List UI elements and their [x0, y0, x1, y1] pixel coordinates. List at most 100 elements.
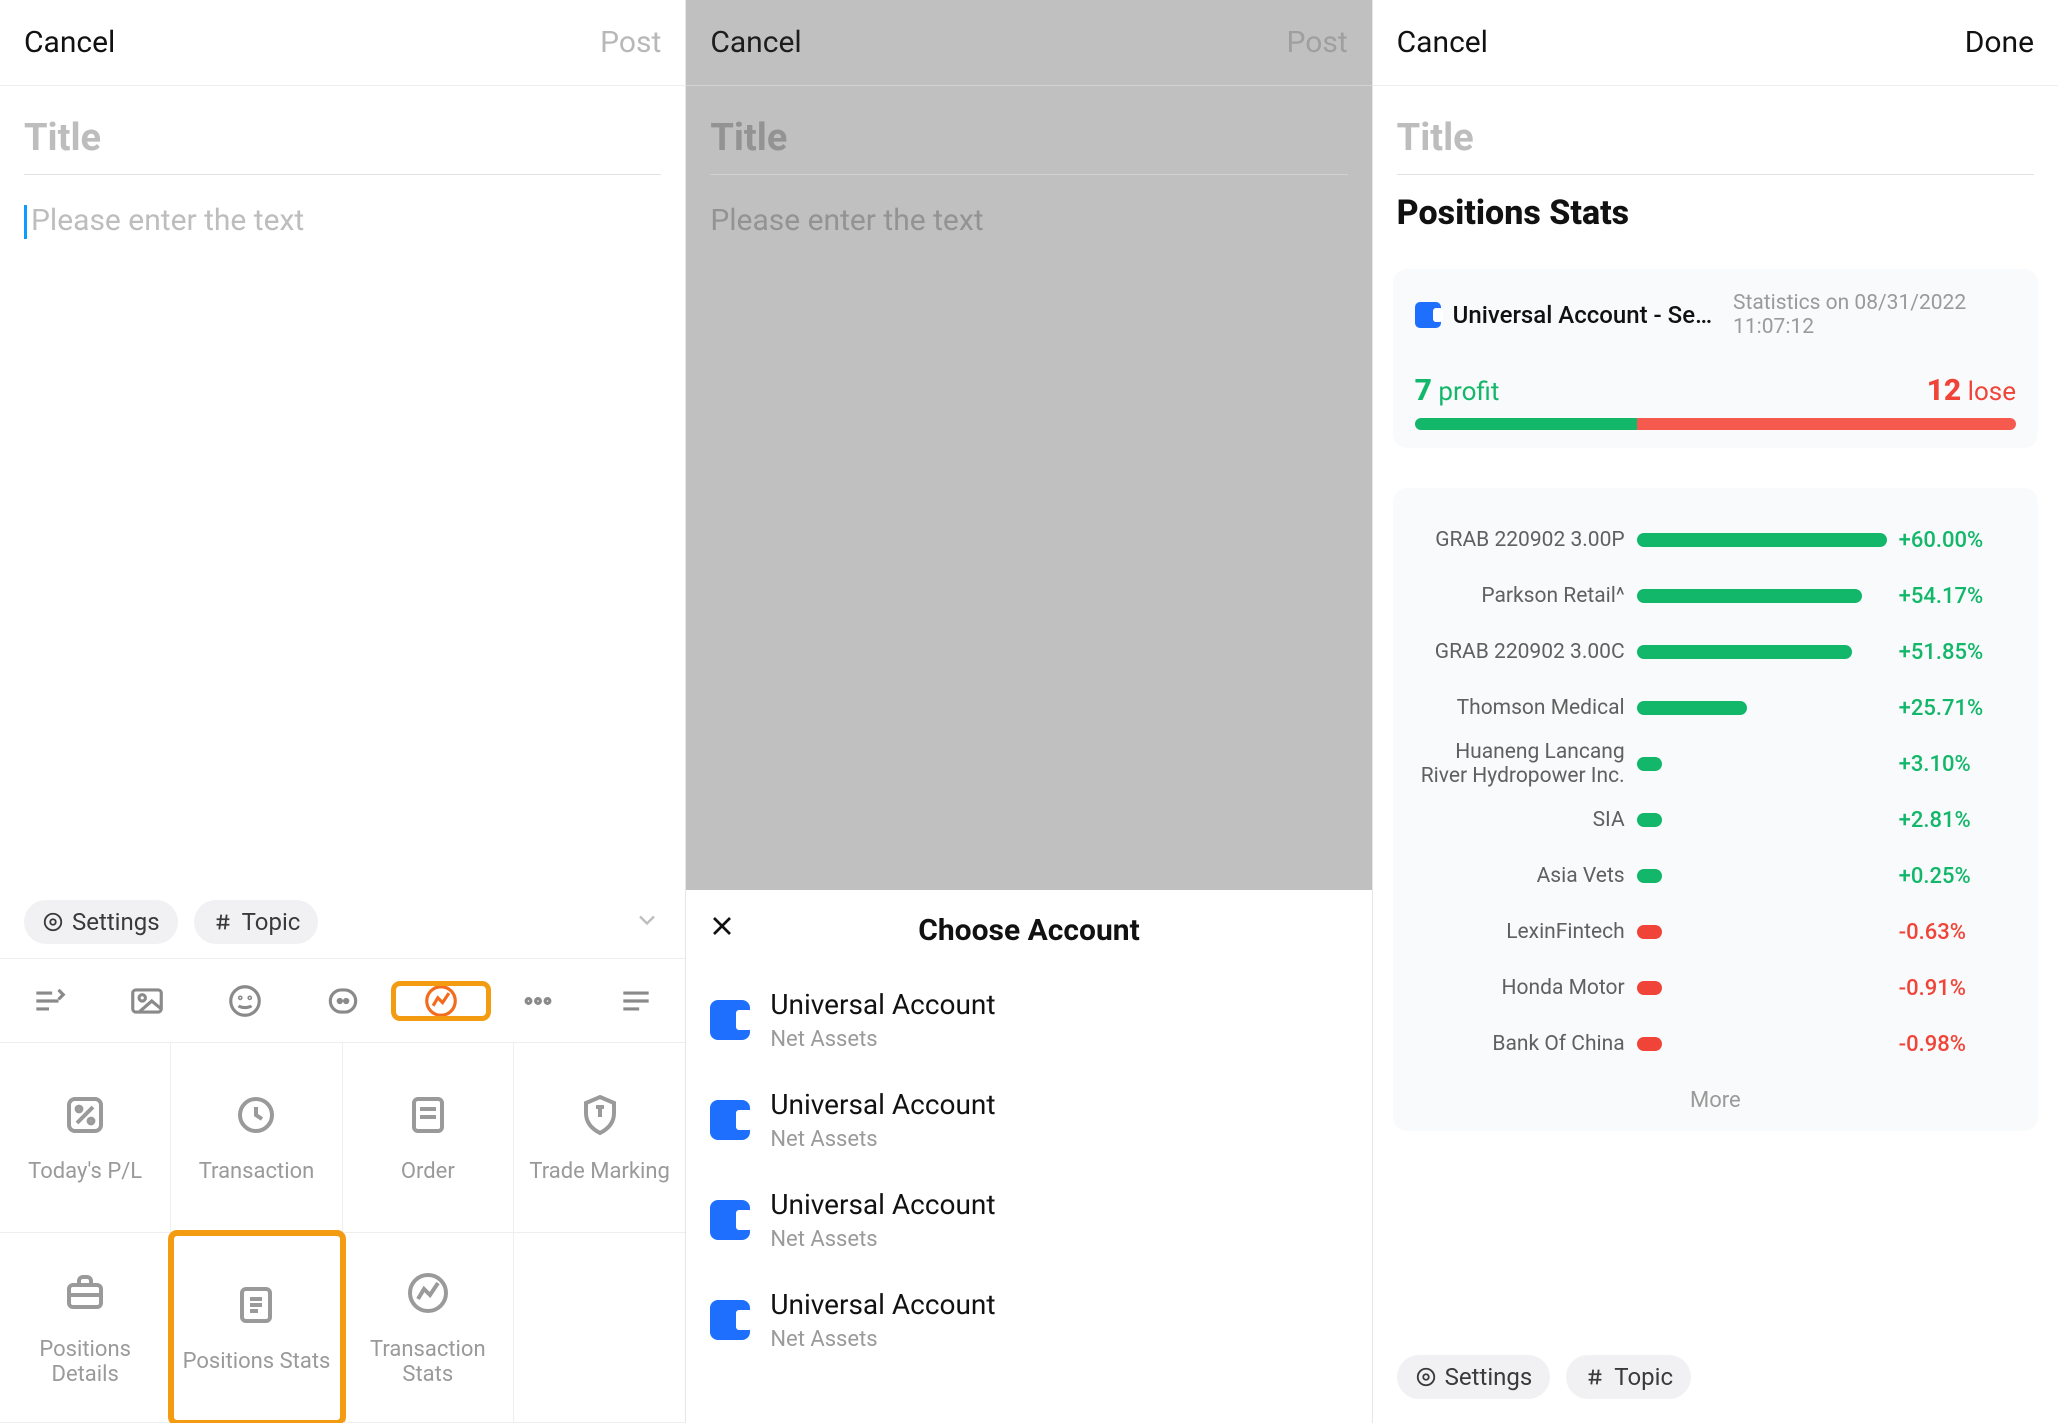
positions-list: GRAB 220902 3.00P+60.00%Parkson Retail^+… [1393, 488, 2038, 1131]
account-icon [710, 1000, 750, 1040]
position-label: Huaneng Lancang River Hydropower Inc. [1415, 740, 1625, 788]
account-name: Universal Account [770, 1088, 995, 1121]
account-sub: Net Assets [770, 1327, 995, 1352]
emoji-icon[interactable] [196, 982, 294, 1020]
position-pct: -0.63% [1899, 920, 2016, 945]
body-input[interactable]: Please enter the text [0, 175, 685, 239]
position-bar [1637, 925, 1887, 939]
insert-positions-details[interactable]: Positions Details [0, 1233, 171, 1423]
cell-label: Order [401, 1159, 455, 1184]
insert-order[interactable]: Order [343, 1043, 514, 1233]
cancel-button[interactable]: Cancel [1397, 25, 1488, 60]
cell-label: Today's P/L [28, 1159, 142, 1184]
position-pct: +51.85% [1899, 640, 2016, 665]
settings-pill[interactable]: Settings [1397, 1355, 1551, 1399]
hash-icon [212, 911, 234, 933]
account-option[interactable]: Universal Account Net Assets [686, 1070, 1371, 1170]
more-button[interactable]: More [1415, 1074, 2016, 1119]
account-icon [1415, 302, 1441, 328]
account-name: Universal Account [770, 1288, 995, 1321]
cancel-button[interactable]: Cancel [24, 25, 115, 60]
position-pct: -0.91% [1899, 976, 2016, 1001]
position-bar [1637, 757, 1887, 771]
topic-pill[interactable]: Topic [1566, 1355, 1691, 1399]
position-pct: -0.98% [1899, 1032, 2016, 1057]
close-icon[interactable] [706, 910, 738, 950]
title-input: Title [710, 86, 1347, 175]
shield-icon [576, 1091, 624, 1139]
account-sub: Net Assets [770, 1127, 995, 1152]
position-label: Parkson Retail^ [1415, 584, 1625, 608]
position-pct: +60.00% [1899, 528, 2016, 553]
image-icon[interactable] [98, 982, 196, 1020]
insert-trade-marking[interactable]: Trade Marking [514, 1043, 685, 1233]
position-bar [1637, 533, 1887, 547]
position-row: Honda Motor -0.91% [1415, 962, 2016, 1014]
paragraph-icon[interactable] [587, 982, 685, 1020]
cancel-button: Cancel [710, 25, 801, 60]
position-bar [1637, 813, 1887, 827]
position-pct: +3.10% [1899, 752, 2016, 777]
account-icon [710, 1200, 750, 1240]
lose-count: 12 lose [1927, 373, 2016, 408]
title-input[interactable]: Title [24, 86, 661, 175]
insert-positions-stats[interactable]: Positions Stats [171, 1233, 342, 1423]
position-pct: +0.25% [1899, 864, 2016, 889]
body-input: Please enter the text [686, 175, 1371, 238]
insert-empty [514, 1233, 685, 1423]
position-row: Thomson Medical+25.71% [1415, 682, 2016, 734]
position-bar [1637, 869, 1887, 883]
order-icon [404, 1091, 452, 1139]
settings-pill[interactable]: Settings [24, 900, 178, 944]
insert-transaction-stats[interactable]: Transaction Stats [343, 1233, 514, 1423]
account-option[interactable]: Universal Account Net Assets [686, 1270, 1371, 1370]
hash-icon [1584, 1366, 1606, 1388]
post-button: Post [1287, 25, 1348, 60]
settings-icon [42, 911, 64, 933]
account-name: Universal Account [770, 988, 995, 1021]
choose-account-panel: Cancel Post Title Please enter the text … [685, 0, 1371, 1423]
text-cursor [24, 205, 27, 239]
position-bar [1637, 1037, 1887, 1051]
topic-pill[interactable]: Topic [194, 900, 319, 944]
more-icon[interactable] [490, 982, 588, 1020]
cell-label: Positions Details [6, 1337, 164, 1387]
page-title: Positions Stats [1373, 175, 2058, 241]
position-pct: +2.81% [1899, 808, 2016, 833]
position-row: SIA+2.81% [1415, 794, 2016, 846]
insert-transaction[interactable]: Transaction [171, 1043, 342, 1233]
insert-todays-pl[interactable]: Today's P/L [0, 1043, 171, 1233]
position-row: Asia Vets+0.25% [1415, 850, 2016, 902]
mention-icon[interactable] [294, 982, 392, 1020]
profit-lose-bar [1415, 418, 2016, 430]
position-row: LexinFintech -0.63% [1415, 906, 2016, 958]
account-label: Universal Account - Securi... [1453, 301, 1721, 329]
position-row: Bank Of China-0.98% [1415, 1018, 2016, 1070]
title-input[interactable]: Title [1397, 86, 2034, 175]
position-bar [1637, 981, 1887, 995]
cell-label: Transaction Stats [349, 1337, 507, 1387]
account-sheet: Choose Account Universal AccountNet Asse… [686, 890, 1371, 1423]
topic-pill-label: Topic [1614, 1363, 1673, 1391]
settings-pill-label: Settings [1445, 1363, 1533, 1391]
settings-pill-label: Settings [72, 908, 160, 936]
position-label: LexinFintech [1415, 920, 1625, 944]
stats-insert-icon[interactable] [392, 982, 490, 1020]
post-button[interactable]: Post [600, 25, 661, 60]
account-option[interactable]: Universal Account Net Assets [686, 970, 1371, 1070]
position-label: Honda Motor [1415, 976, 1625, 1000]
chevron-down-icon[interactable] [633, 906, 661, 938]
clock-icon [232, 1091, 280, 1139]
format-icon[interactable] [0, 982, 98, 1020]
profit-count: 7 profit [1415, 373, 1500, 408]
positions-stats-panel: Cancel Done Title Positions Stats Univer… [1372, 0, 2058, 1423]
position-pct: +25.71% [1899, 696, 2016, 721]
account-option[interactable]: Universal AccountNet Assets [686, 1170, 1371, 1270]
position-bar [1637, 645, 1887, 659]
done-button[interactable]: Done [1965, 25, 2034, 60]
account-sub: Net Assets [770, 1027, 995, 1052]
position-bar [1637, 589, 1887, 603]
position-label: GRAB 220902 3.00C [1415, 640, 1625, 664]
position-row: Huaneng Lancang River Hydropower Inc. +3.… [1415, 738, 2016, 790]
position-row: GRAB 220902 3.00C +51.85% [1415, 626, 2016, 678]
